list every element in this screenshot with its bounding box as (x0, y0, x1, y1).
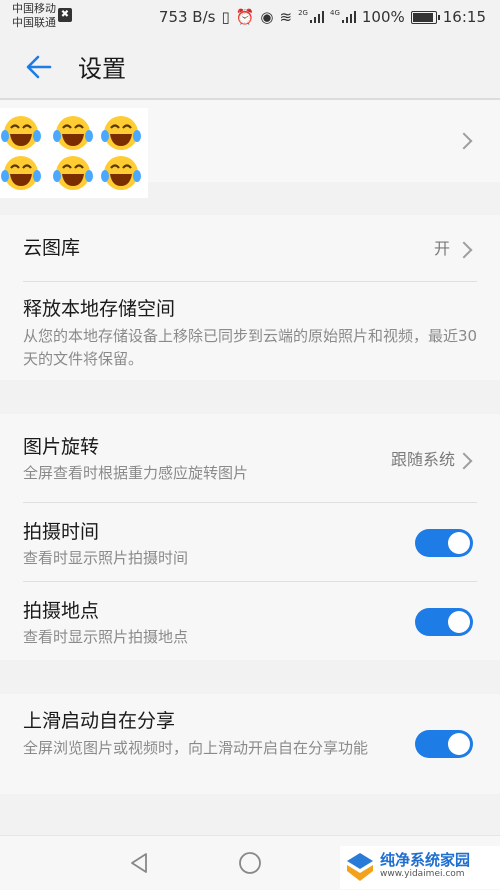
chevron-right-icon (455, 452, 473, 470)
nav-back-icon[interactable] (128, 852, 150, 874)
eye-icon: ◉ (260, 8, 274, 26)
watermark-url: www.yidaimei.com (380, 869, 465, 879)
toggle-knob (448, 733, 470, 755)
avatar (0, 108, 148, 198)
share-desc: 全屏浏览图片或视频时，向上滑动开启自在分享功能 (23, 739, 369, 757)
account-card[interactable] (0, 100, 500, 198)
signal-icon-1 (309, 11, 324, 23)
watermark-logo-icon (347, 853, 373, 881)
shoot-place-label: 拍摄地点 (23, 600, 100, 622)
laughing-emoji-icon (53, 116, 93, 150)
clock: 16:15 (442, 8, 486, 26)
rotate-value: 跟随系统 (390, 450, 455, 469)
watermark-name: 纯净系统家园 (380, 851, 471, 869)
share-label: 上滑启动自在分享 (23, 710, 176, 732)
shoot-place-desc: 查看时显示照片拍摄地点 (23, 628, 189, 646)
net-type-2: 4G (329, 9, 340, 17)
wifi-icon: ≋ (279, 8, 293, 26)
toggle-knob (448, 532, 470, 554)
free-space-label: 释放本地存储空间 (23, 298, 176, 320)
rotate-desc: 全屏查看时根据重力感应旋转图片 (23, 464, 249, 482)
nav-home-icon[interactable] (238, 851, 262, 875)
status-bar: 中国移动 中国联通 ✖ 753 B/s ▯ ⏰ ◉ ≋ 2G 4G 100% 1… (0, 0, 500, 36)
chevron-right-icon (455, 132, 473, 150)
rotate-label: 图片旋转 (23, 436, 100, 458)
battery-percent: 100% (361, 8, 405, 26)
shoot-time-row: 拍摄时间 查看时显示照片拍摄时间 (0, 503, 500, 581)
status-indicators: 753 B/s ▯ ⏰ ◉ ≋ 2G 4G 100% 16:15 (159, 8, 486, 26)
alarm-icon: ⏰ (235, 8, 255, 26)
share-section: 上滑启动自在分享 全屏浏览图片或视频时，向上滑动开启自在分享功能 (0, 694, 500, 794)
site-watermark: 纯净系统家园 www.yidaimei.com (340, 846, 500, 889)
laughing-emoji-icon (1, 116, 41, 150)
free-space-desc: 从您的本地存储设备上移除已同步到云端的原始照片和视频，最近30天的文件将保留。 (23, 327, 478, 368)
battery-icon (410, 10, 440, 24)
free-space-row[interactable]: 释放本地存储空间 从您的本地存储设备上移除已同步到云端的原始照片和视频，最近30… (0, 282, 500, 380)
carrier-1: 中国移动 (12, 2, 56, 15)
carrier-info: 中国移动 中国联通 (12, 2, 56, 30)
laughing-emoji-icon (53, 156, 93, 190)
cloud-gallery-value: 开 (433, 239, 450, 258)
app-header: 设置 (0, 36, 500, 98)
page-title: 设置 (78, 55, 126, 83)
chevron-right-icon (455, 241, 473, 259)
back-arrow-icon[interactable] (22, 50, 56, 84)
signal-icon-2 (341, 11, 356, 23)
cloud-gallery-row[interactable]: 云图库 开 (0, 215, 500, 281)
view-section: 图片旋转 全屏查看时根据重力感应旋转图片 跟随系统 拍摄时间 查看时显示照片拍摄… (0, 414, 500, 660)
sim-icon: ✖ (58, 8, 72, 22)
vibrate-icon: ▯ (221, 8, 230, 26)
rotate-row[interactable]: 图片旋转 全屏查看时根据重力感应旋转图片 跟随系统 (0, 414, 500, 502)
share-toggle[interactable] (415, 730, 473, 758)
carrier-2: 中国联通 (12, 16, 56, 29)
shoot-time-label: 拍摄时间 (23, 521, 100, 543)
cloud-gallery-label: 云图库 (23, 237, 81, 259)
net-speed: 753 B/s (158, 8, 216, 26)
shoot-place-row: 拍摄地点 查看时显示照片拍摄地点 (0, 582, 500, 660)
laughing-emoji-icon (1, 156, 41, 190)
cloud-section: 云图库 开 释放本地存储空间 从您的本地存储设备上移除已同步到云端的原始照片和视… (0, 215, 500, 380)
toggle-knob (448, 611, 470, 633)
laughing-emoji-icon (101, 116, 141, 150)
net-type-1: 2G (298, 9, 308, 17)
shoot-place-toggle[interactable] (415, 608, 473, 636)
battery-fill (412, 12, 433, 22)
laughing-emoji-icon (101, 156, 141, 190)
shoot-time-desc: 查看时显示照片拍摄时间 (23, 549, 189, 567)
shoot-time-toggle[interactable] (415, 529, 473, 557)
